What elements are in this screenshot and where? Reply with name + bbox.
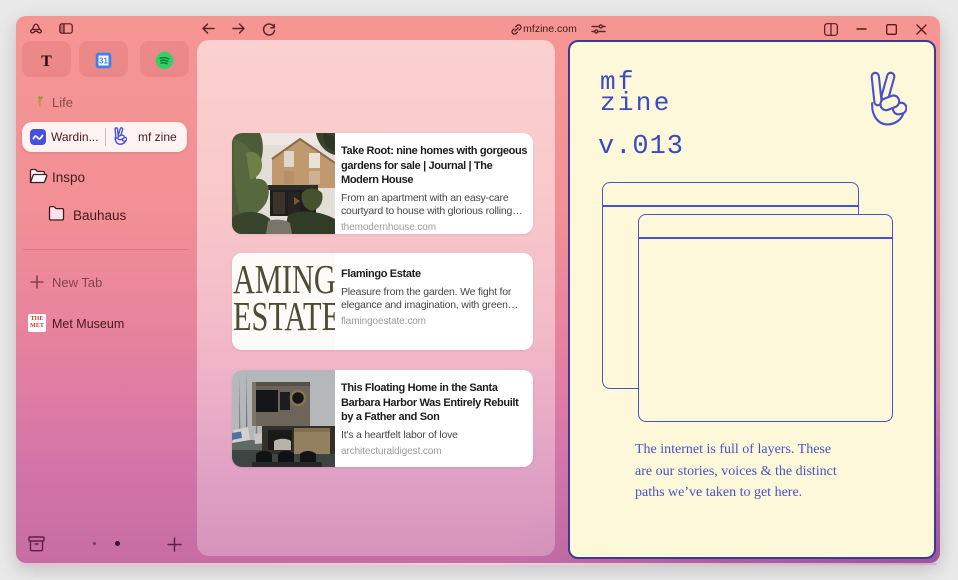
svg-text:31: 31 — [99, 56, 108, 65]
